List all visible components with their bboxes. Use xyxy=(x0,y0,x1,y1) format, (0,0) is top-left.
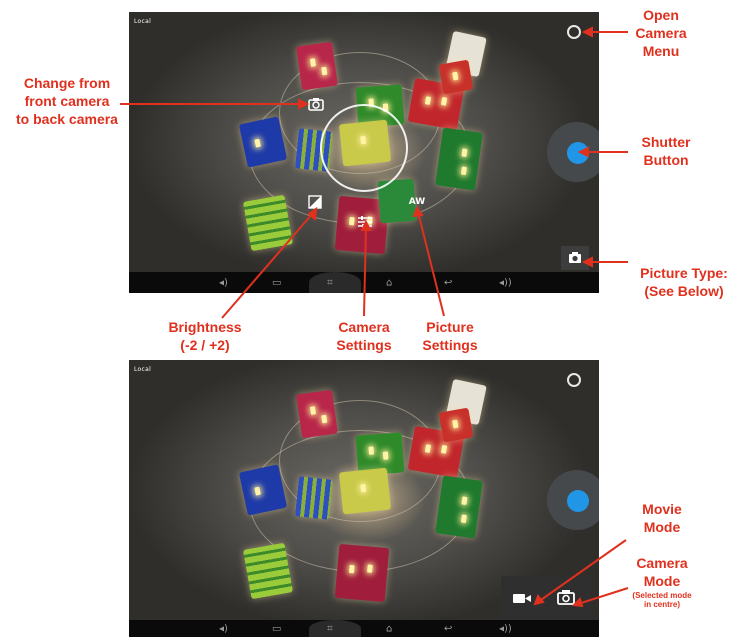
annotation-line: Mode xyxy=(643,573,681,589)
annotation-change-camera: Change from front camera to back camera xyxy=(0,74,134,128)
annotation-camera-settings: Camera Settings xyxy=(320,318,408,354)
annotation-shutter-button: Shutter Button xyxy=(626,133,706,169)
annotation-line: (-2 / +2) xyxy=(180,337,230,353)
annotation-line: front camera xyxy=(24,93,110,109)
annotation-open-camera-menu: Open Camera Menu xyxy=(626,6,696,60)
annotation-line: Camera xyxy=(338,319,390,335)
annotation-line: Brightness xyxy=(168,319,242,335)
annotation-line: Shutter xyxy=(641,134,691,150)
annotation-line: Menu xyxy=(642,43,680,59)
arrow-camera-settings xyxy=(363,225,367,317)
annotation-line: Open xyxy=(643,7,679,23)
annotation-line: Movie xyxy=(642,501,682,517)
annotation-line: Settings xyxy=(336,337,392,353)
annotation-line: (See Below) xyxy=(644,283,724,299)
annotation-line: Button xyxy=(643,152,689,168)
annotation-camera-mode-note: (Selected mode in centre) xyxy=(616,591,708,609)
arrow-brightness xyxy=(221,212,314,319)
arrow-picture-settings xyxy=(417,211,445,317)
annotation-line: Picture Type: xyxy=(640,265,728,281)
annotation-line: (Selected mode xyxy=(632,591,692,600)
annotation-line: to back camera xyxy=(16,111,118,127)
annotation-line: Settings xyxy=(422,337,478,353)
annotation-line: Change from xyxy=(23,75,111,91)
annotation-line: Camera xyxy=(635,25,687,41)
annotation-line: Mode xyxy=(643,519,681,535)
annotation-camera-mode: Camera Mode xyxy=(620,554,704,590)
annotation-picture-type: Picture Type: (See Below) xyxy=(632,264,736,300)
annotation-picture-settings: Picture Settings xyxy=(410,318,490,354)
annotation-brightness: Brightness (-2 / +2) xyxy=(150,318,260,354)
annotation-line: Camera xyxy=(636,555,688,571)
annotation-movie-mode: Movie Mode xyxy=(624,500,700,536)
annotation-line: Picture xyxy=(426,319,474,335)
annotation-line: in centre) xyxy=(643,600,680,609)
